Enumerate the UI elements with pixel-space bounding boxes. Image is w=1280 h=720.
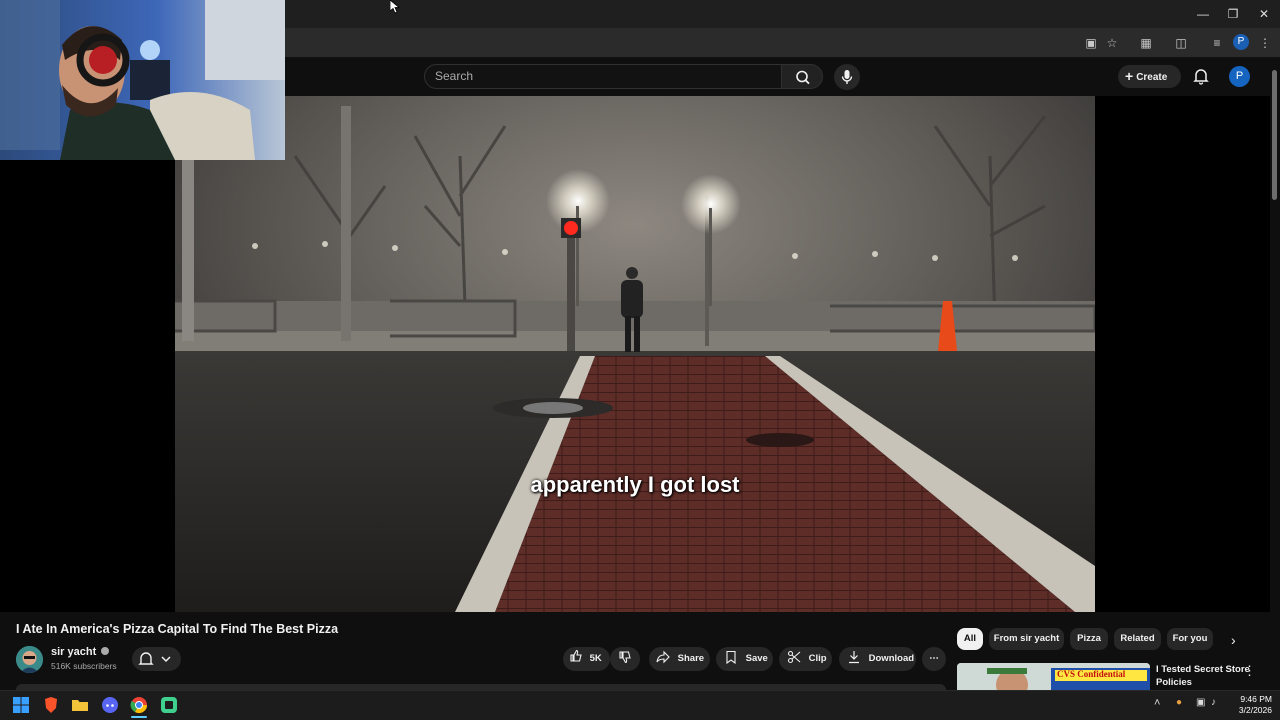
download-button[interactable]: Download: [839, 647, 916, 671]
more-actions-button[interactable]: ⋯: [922, 647, 946, 671]
like-count: 5K: [589, 653, 602, 664]
search-input[interactable]: Search: [424, 64, 782, 89]
reading-list-icon[interactable]: ≡: [1208, 34, 1226, 52]
file-explorer-icon[interactable]: [71, 696, 89, 714]
extensions-icon[interactable]: ▦: [1137, 34, 1155, 52]
chip-pizza[interactable]: Pizza: [1070, 628, 1108, 650]
start-windows-icon[interactable]: [12, 696, 30, 714]
channel-name-text: sir yacht: [51, 646, 97, 658]
search-button[interactable]: [781, 64, 823, 89]
download-label: Download: [868, 653, 915, 664]
brave-browser-icon[interactable]: [42, 696, 60, 714]
save-button[interactable]: Save: [716, 647, 773, 671]
bookmark-star-icon[interactable]: ☆: [1103, 34, 1121, 52]
recommended-more-icon[interactable]: ⋮: [1243, 663, 1256, 678]
restore-button[interactable]: ❐: [1218, 4, 1248, 24]
plus-icon: +: [1125, 68, 1134, 84]
chips-next-chevron-icon[interactable]: ›: [1231, 633, 1245, 647]
search-icon: [796, 70, 810, 85]
taskbar-time[interactable]: 9:46 PM: [1222, 694, 1272, 704]
dislike-button[interactable]: [610, 647, 640, 671]
create-label: Create: [1136, 72, 1168, 83]
channel-name[interactable]: sir yacht: [51, 646, 110, 658]
like-button[interactable]: 5K: [563, 647, 610, 671]
verified-icon: [101, 647, 110, 655]
microphone-icon: [841, 70, 853, 84]
letterbox-left: [0, 160, 175, 612]
chrome-icon[interactable]: [130, 696, 148, 714]
save-label: Save: [745, 653, 768, 664]
webcam-overlay: [0, 0, 285, 160]
app-green-icon[interactable]: [160, 696, 178, 714]
bell-icon: [1193, 69, 1209, 85]
microphone-tray-icon[interactable]: ●: [1176, 697, 1186, 711]
channel-avatar-image: [16, 646, 43, 673]
channel-avatar[interactable]: [16, 646, 43, 673]
chip-for-you[interactable]: For you: [1167, 628, 1213, 650]
notifications-button[interactable]: [1191, 66, 1211, 86]
share-button[interactable]: Share: [649, 647, 710, 671]
share-label: Share: [677, 653, 705, 664]
save-icon: [724, 647, 738, 671]
subscription-notifications-button[interactable]: [132, 647, 181, 671]
chip-from-channel[interactable]: From sir yacht: [989, 628, 1064, 650]
thumbs-down-icon: [618, 647, 632, 671]
network-icon[interactable]: ▣: [1196, 697, 1208, 711]
minimize-button[interactable]: —: [1188, 4, 1218, 24]
recommended-thumbnail[interactable]: CVS Confidential: [957, 663, 1150, 690]
windows-taskbar: [0, 690, 1280, 720]
voice-search-button[interactable]: [834, 64, 860, 90]
letterbox-right: [1095, 96, 1270, 612]
download-icon: [847, 647, 861, 671]
thumbnail-text: CVS Confidential: [1057, 669, 1126, 679]
recommended-title[interactable]: I Tested Secret Store Policies: [1156, 663, 1256, 689]
discord-icon[interactable]: [101, 696, 119, 714]
install-app-icon[interactable]: ▣: [1082, 34, 1100, 52]
video-player[interactable]: apparently I got lost: [175, 96, 1095, 612]
more-horizontal-icon: ⋯: [929, 653, 939, 664]
scissors-icon: [787, 647, 801, 671]
scrollbar-thumb[interactable]: [1272, 70, 1277, 200]
thumbs-up-icon: [569, 647, 583, 671]
video-subtitle: apparently I got lost: [530, 472, 740, 497]
media-control-icon[interactable]: ◫: [1172, 34, 1190, 52]
active-app-indicator: [131, 716, 147, 718]
bell-icon: [138, 652, 171, 665]
browser-menu-icon[interactable]: ⋮: [1256, 34, 1274, 52]
clip-label: Clip: [808, 653, 827, 664]
video-frame: [175, 96, 1095, 612]
subscriber-count: 516K subscribers: [51, 661, 117, 671]
webcam-feed: [0, 0, 285, 160]
browser-profile-avatar[interactable]: P: [1233, 34, 1249, 50]
create-button[interactable]: + Create: [1118, 65, 1181, 88]
taskbar-date[interactable]: 3/2/2026: [1222, 705, 1272, 715]
account-avatar[interactable]: P: [1229, 66, 1250, 87]
video-title: I Ate In America's Pizza Capital To Find…: [16, 622, 339, 636]
tray-overflow-chevron-icon[interactable]: ˄: [1154, 697, 1166, 711]
clip-button[interactable]: Clip: [779, 647, 832, 671]
mouse-cursor: [389, 0, 401, 14]
share-icon: [656, 647, 670, 671]
close-button[interactable]: ✕: [1249, 4, 1279, 24]
chip-related[interactable]: Related: [1114, 628, 1161, 650]
chip-all[interactable]: All: [957, 628, 983, 650]
